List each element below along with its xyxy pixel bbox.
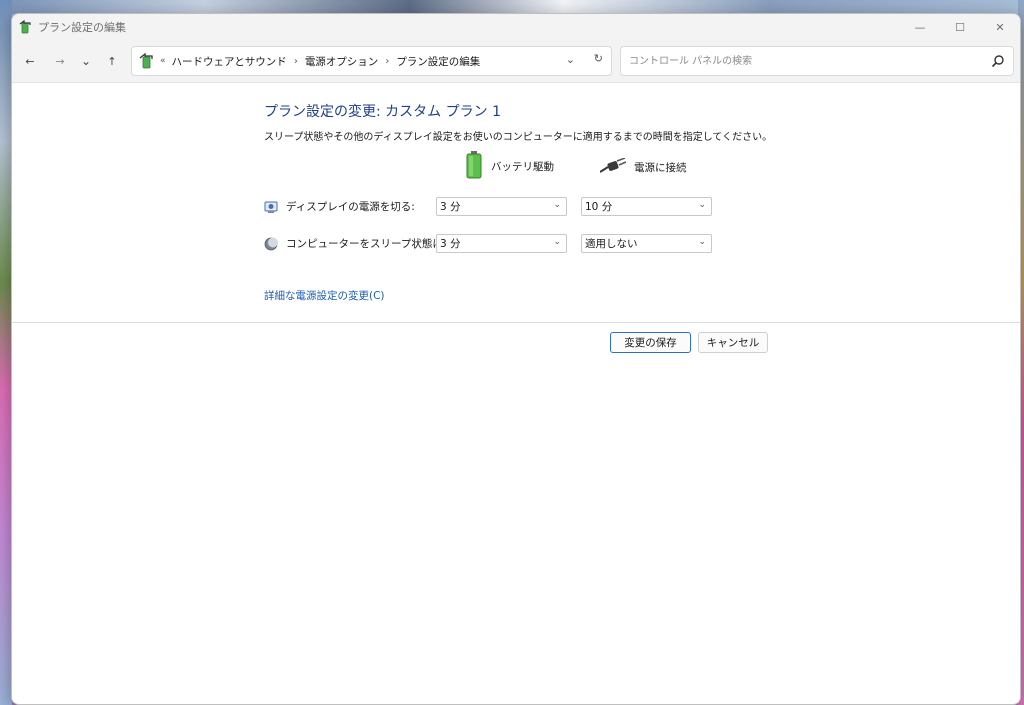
- display-off-plugged-select[interactable]: 10 分 ⌄: [581, 197, 712, 216]
- search-input[interactable]: [627, 54, 971, 68]
- address-bar[interactable]: « ハードウェアとサウンド › 電源オプション › プラン設定の編集 ⌄ ↻: [131, 46, 612, 76]
- battery-column-label: バッテリ駆動: [491, 161, 554, 173]
- battery-icon: [465, 151, 483, 182]
- control-panel-window: プラン設定の編集 — ☐ ✕ ← → ⌄ ↑ « ハードウェアとサウンド › 電…: [11, 13, 1021, 705]
- back-button[interactable]: ←: [17, 48, 43, 74]
- sleep-plugged-select[interactable]: 適用しない ⌄: [581, 234, 712, 253]
- up-button[interactable]: ↑: [99, 48, 125, 74]
- chevron-down-icon: ⌄: [698, 200, 706, 210]
- display-off-battery-select[interactable]: 3 分 ⌄: [436, 197, 567, 216]
- display-off-text: ディスプレイの電源を切る:: [286, 201, 415, 213]
- breadcrumb-power-options[interactable]: 電源オプション: [305, 54, 379, 69]
- plugged-column-label: 電源に接続: [634, 162, 687, 174]
- divider: [12, 322, 1020, 323]
- more-locations-chevron[interactable]: «: [160, 56, 166, 66]
- window-title: プラン設定の編集: [38, 21, 126, 34]
- sleep-plugged-value: 適用しない: [585, 238, 638, 250]
- maximize-button[interactable]: ☐: [940, 14, 980, 40]
- display-off-label: ディスプレイの電源を切る:: [264, 199, 415, 214]
- search-icon[interactable]: [991, 54, 1005, 71]
- chevron-down-icon: ⌄: [698, 237, 706, 247]
- breadcrumb-separator[interactable]: ›: [385, 56, 389, 67]
- display-off-battery-value: 3 分: [440, 201, 461, 213]
- desktop-wallpaper-top: [0, 0, 1024, 14]
- advanced-settings-link[interactable]: 詳細な電源設定の変更(C): [264, 288, 385, 303]
- breadcrumb-hardware-sound[interactable]: ハードウェアとサウンド: [172, 54, 287, 69]
- title-bar: プラン設定の編集 — ☐ ✕: [12, 14, 1020, 40]
- page-description: スリープ状態やその他のディスプレイ設定をお使いのコンピューターに適用するまでの時…: [264, 132, 773, 143]
- power-plug-icon: [599, 157, 627, 177]
- chevron-down-icon: ⌄: [553, 200, 561, 210]
- address-dropdown-icon[interactable]: ⌄: [566, 53, 575, 66]
- monitor-icon: [264, 200, 278, 214]
- window-controls: — ☐ ✕: [900, 14, 1020, 40]
- refresh-icon[interactable]: ↻: [594, 52, 603, 65]
- page-title: プラン設定の変更: カスタム プラン 1: [264, 104, 501, 120]
- breadcrumb-separator[interactable]: ›: [294, 56, 298, 67]
- save-changes-button[interactable]: 変更の保存: [610, 332, 691, 353]
- plugged-column-header: 電源に接続: [599, 157, 687, 177]
- close-button[interactable]: ✕: [980, 14, 1020, 40]
- forward-button[interactable]: →: [47, 48, 73, 74]
- search-box[interactable]: [620, 46, 1014, 76]
- power-options-icon: [138, 53, 154, 69]
- recent-locations-button[interactable]: ⌄: [73, 48, 99, 74]
- sleep-battery-select[interactable]: 3 分 ⌄: [436, 234, 567, 253]
- moon-sleep-icon: [264, 237, 278, 251]
- breadcrumb-edit-plan[interactable]: プラン設定の編集: [396, 54, 480, 69]
- chevron-down-icon: ⌄: [553, 237, 561, 247]
- power-options-icon: [18, 20, 32, 34]
- sleep-battery-value: 3 分: [440, 238, 461, 250]
- minimize-button[interactable]: —: [900, 14, 940, 40]
- main-content: プラン設定の変更: カスタム プラン 1 スリープ状態やその他のディスプレイ設定…: [12, 83, 1020, 703]
- display-off-plugged-value: 10 分: [585, 201, 613, 213]
- navigation-bar: ← → ⌄ ↑ « ハードウェアとサウンド › 電源オプション › プラン設定の…: [12, 40, 1020, 83]
- cancel-button[interactable]: キャンセル: [698, 332, 768, 353]
- battery-column-header: バッテリ駆動: [465, 151, 554, 182]
